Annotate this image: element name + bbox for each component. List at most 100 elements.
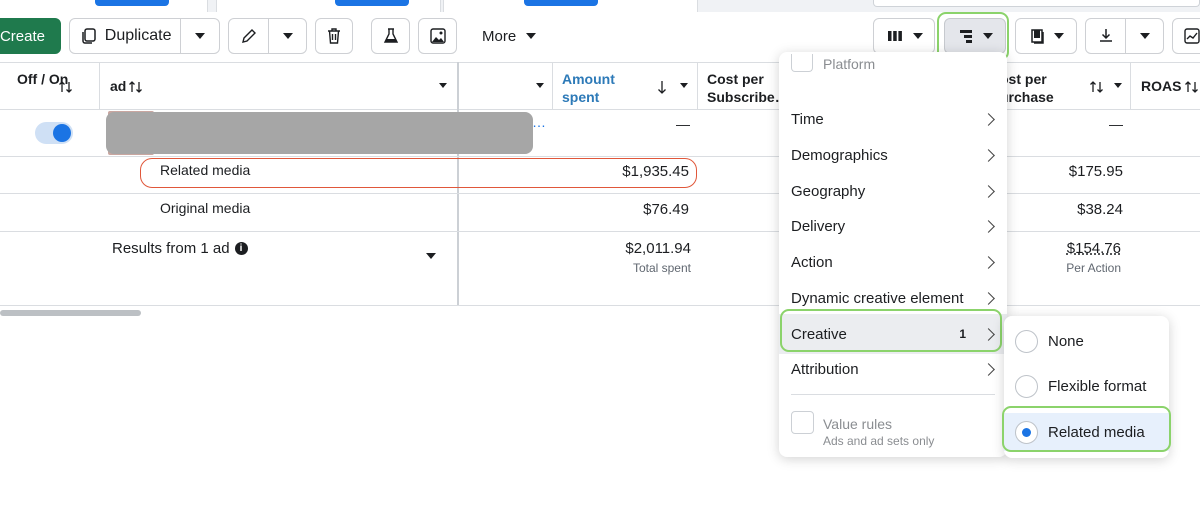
results-summary: Results from 1 ad i — [112, 240, 248, 257]
chevron-right-icon — [982, 291, 995, 305]
export-dropdown[interactable] — [1125, 19, 1163, 53]
related-media-highlight — [140, 158, 697, 188]
create-button[interactable]: Create — [0, 18, 61, 54]
column-header-amount-spent-label: Amount spent — [562, 71, 615, 105]
chevron-down-icon[interactable] — [536, 83, 544, 88]
info-icon[interactable]: i — [234, 242, 248, 255]
duplicate-icon — [82, 28, 96, 44]
related-media-option-highlight — [1002, 406, 1171, 452]
chevron-down-icon — [913, 33, 923, 39]
results-amount-spent: $2,011.94 — [625, 240, 691, 257]
chevron-down-icon — [282, 33, 293, 39]
more-label: More — [482, 27, 517, 45]
table-row-cost-per-purchase: $175.95 — [1068, 163, 1123, 180]
sort-icon[interactable] — [1089, 79, 1105, 95]
chevron-down-icon — [1139, 33, 1150, 39]
menu-divider — [791, 394, 995, 395]
menu-item-attribution[interactable]: Attribution — [779, 351, 1007, 387]
menu-item-label: Time — [791, 110, 824, 128]
value-rules-label: Value rules — [823, 416, 893, 432]
duplicate-dropdown[interactable] — [180, 19, 219, 53]
menu-item-action[interactable]: Action — [779, 244, 1007, 280]
sort-desc-icon[interactable] — [656, 79, 668, 95]
duplicate-button[interactable]: Duplicate — [70, 19, 180, 53]
menu-item-time[interactable]: Time — [779, 101, 1007, 137]
column-header-cost-per-subscribe-label: Cost per Subscribe… — [707, 71, 783, 105]
table-row-cost-per-purchase: $38.24 — [1077, 201, 1123, 218]
column-header-cost-per-purchase[interactable]: ost per urchase — [1000, 62, 1062, 110]
row-border — [0, 231, 1200, 232]
menu-item-label: Attribution — [791, 360, 859, 378]
horizontal-scrollbar[interactable] — [0, 310, 141, 316]
column-divider — [552, 62, 553, 110]
charts-button[interactable] — [1172, 18, 1200, 54]
column-header-amount-spent[interactable]: Amount spent — [562, 62, 642, 110]
duplicate-button-group[interactable]: Duplicate — [69, 18, 220, 54]
menu-item-demographics[interactable]: Demographics — [779, 137, 1007, 173]
creative-highlight — [780, 309, 1002, 352]
columns-button[interactable] — [873, 18, 935, 54]
chevron-down-icon[interactable] — [680, 83, 688, 88]
chevron-right-icon — [982, 362, 995, 376]
radio-option-none[interactable]: None — [1004, 322, 1169, 360]
more-button[interactable]: More — [482, 18, 537, 54]
breakdown-menu: Platform Time Demographics Geography Del… — [779, 52, 1007, 457]
column-header-roas-label: ROAS — [1141, 78, 1182, 94]
column-divider — [697, 62, 698, 110]
tab-ad-sets[interactable] — [216, 0, 441, 12]
sort-icon[interactable] — [128, 79, 144, 95]
column-header-cost-per-purchase-label: ost per urchase — [1000, 71, 1054, 105]
tab-ads[interactable] — [443, 0, 698, 12]
results-cost-per-purchase-sub: Per Action — [1066, 261, 1121, 275]
column-header-roas[interactable]: ROAS — [1141, 78, 1181, 96]
ab-test-button[interactable] — [371, 18, 410, 54]
menu-item-geography[interactable]: Geography — [779, 173, 1007, 209]
menu-item-delivery[interactable]: Delivery — [779, 208, 1007, 244]
ad-name-overflow: … — [532, 114, 546, 130]
reports-icon — [1031, 29, 1044, 44]
results-cost-per-purchase: $154.76 — [1066, 240, 1121, 257]
column-header-ad[interactable]: ad — [110, 78, 126, 96]
sort-icon[interactable] — [1184, 79, 1200, 95]
edit-dropdown[interactable] — [268, 19, 306, 53]
chevron-down-icon[interactable] — [1114, 83, 1122, 88]
download-icon — [1099, 29, 1112, 42]
delete-button[interactable] — [315, 18, 353, 54]
chevron-right-icon — [982, 112, 995, 126]
menu-item-label: Dynamic creative element — [791, 289, 964, 307]
edit-button-group[interactable] — [228, 18, 307, 54]
menu-item-label: Delivery — [791, 217, 846, 235]
platform-label: Platform — [823, 56, 876, 72]
column-divider — [99, 62, 100, 110]
duplicate-label: Duplicate — [104, 27, 172, 44]
radio-button[interactable] — [1015, 329, 1038, 353]
chevron-down-icon[interactable] — [439, 83, 447, 88]
chart-icon — [1184, 28, 1200, 44]
media-button[interactable] — [418, 18, 457, 54]
top-right-control[interactable] — [873, 0, 1200, 7]
menu-item-label: Geography — [791, 182, 866, 200]
chevron-down-icon[interactable] — [426, 253, 436, 259]
export-button-group[interactable] — [1085, 18, 1164, 54]
column-divider — [1130, 62, 1131, 110]
reports-button[interactable] — [1015, 18, 1077, 54]
radio-option-flexible-format[interactable]: Flexible format — [1004, 367, 1169, 405]
column-header-cost-per-subscribe[interactable]: Cost per Subscribe… — [707, 62, 783, 110]
columns-icon — [888, 31, 902, 41]
ad-amount-spent: — — [676, 116, 690, 132]
results-summary-label: Results from 1 ad — [112, 240, 230, 257]
sort-icon[interactable] — [58, 79, 74, 95]
trash-icon — [328, 28, 340, 44]
column-header-ad-label: ad — [110, 78, 127, 94]
tab-campaigns[interactable] — [0, 0, 208, 12]
edit-button[interactable] — [229, 19, 268, 53]
platform-checkbox[interactable] — [791, 54, 813, 72]
ad-toggle[interactable] — [35, 122, 73, 144]
radio-button[interactable] — [1015, 374, 1038, 398]
table-row-amount-spent: $76.49 — [643, 201, 689, 218]
image-icon — [429, 28, 446, 44]
export-button[interactable] — [1086, 19, 1125, 53]
value-rules-checkbox[interactable] — [791, 411, 814, 434]
menu-item-label: Action — [791, 253, 833, 271]
chevron-right-icon — [982, 255, 995, 269]
